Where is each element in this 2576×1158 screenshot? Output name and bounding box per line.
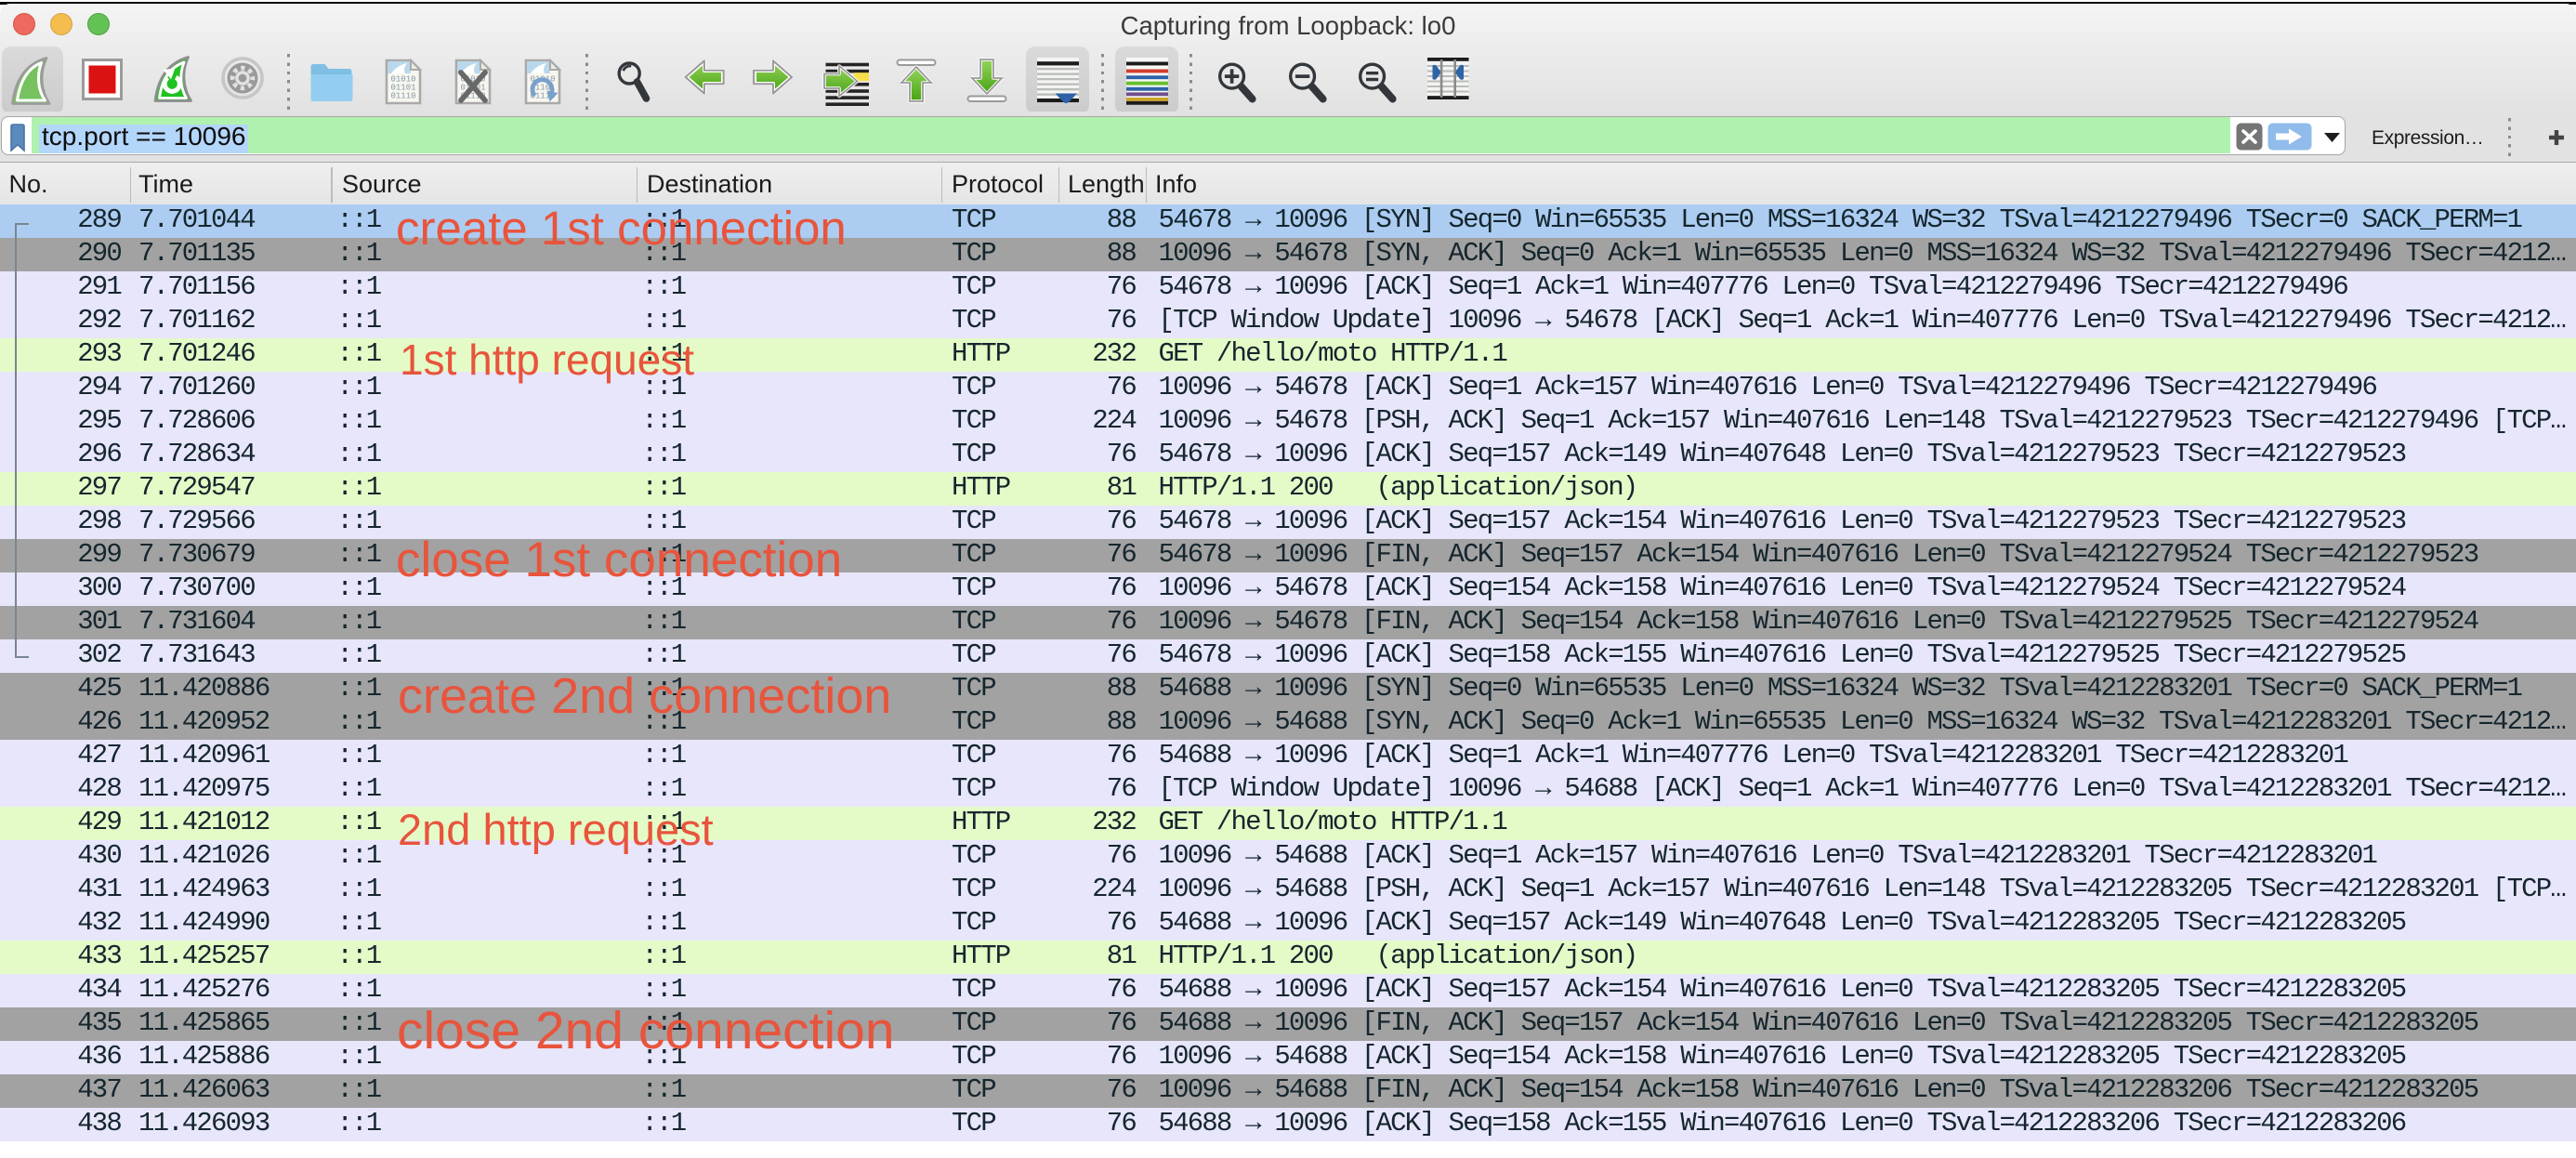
svg-text:01110: 01110 — [391, 92, 416, 101]
